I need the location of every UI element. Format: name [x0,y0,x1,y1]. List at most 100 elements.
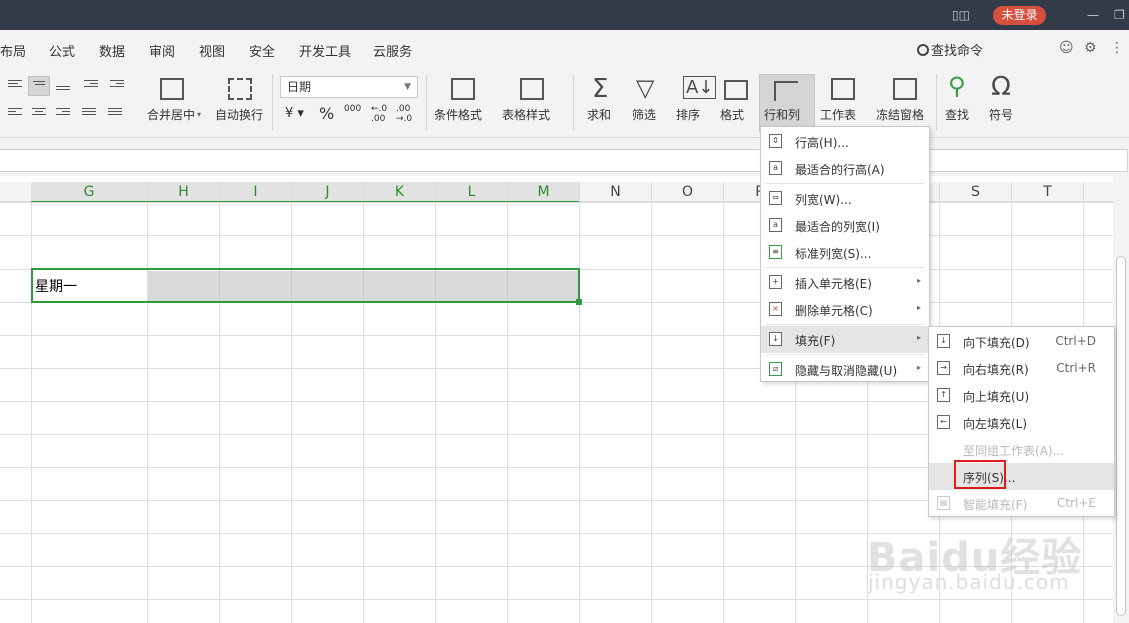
table-style-icon[interactable] [520,78,544,100]
chevron-right-icon: ▸ [916,333,921,342]
merge-center-icon[interactable] [160,78,184,100]
column-headers: G H I J K L M N O P Q R S T [0,182,1113,202]
menu-formula[interactable]: 公式 [49,41,75,60]
menu-separator [765,354,925,355]
menu-item-delete-cells[interactable]: × 删除单元格(C) ▸ [761,296,929,323]
menu-review[interactable]: 审阅 [149,41,175,60]
decrease-decimal-icon[interactable]: .00 →.0 [396,104,412,124]
menu-developer[interactable]: 开发工具 [299,41,351,60]
fill-handle[interactable] [576,299,582,305]
align-right-icon[interactable] [56,108,70,120]
wrap-text-button[interactable]: 自动换行 [215,106,263,123]
col-header-i[interactable]: I [220,182,292,202]
menu-item-label: 最适合的行高(A) [795,163,885,177]
filter-button[interactable]: 筛选 [632,106,656,123]
col-header-o[interactable]: O [652,182,724,202]
cell-active[interactable]: 星期一 [35,276,77,296]
thousands-button[interactable]: 000 [344,104,361,114]
table-style-button[interactable]: 表格样式 [502,106,550,123]
justify-icon[interactable] [82,108,96,120]
align-bottom-icon[interactable] [56,80,70,92]
conditional-format-button[interactable]: 条件格式 [434,106,482,123]
currency-button[interactable]: ¥ ▾ [285,106,304,121]
menu-item-fill-down[interactable]: ↓ 向下填充(D) Ctrl+D [929,328,1114,355]
find-button[interactable]: 查找 [945,106,969,123]
menu-item-insert-cells[interactable]: + 插入单元格(E) ▸ [761,269,929,296]
distribute-icon[interactable] [108,108,122,120]
menu-item-label: 向左填充(L) [963,417,1028,431]
menu-cloud[interactable]: 云服务 [373,41,412,60]
find-icon[interactable]: ⚲ [948,72,966,100]
search-command[interactable]: 查找命令 [917,40,983,59]
menu-item-hide-unhide[interactable]: ⧄ 隐藏与取消隐藏(U) ▸ [761,356,929,383]
menu-item-shortcut: Ctrl+E [1057,496,1096,510]
decrease-indent-icon[interactable] [84,80,98,92]
minimize-icon[interactable]: — [1087,8,1099,22]
menu-security[interactable]: 安全 [249,41,275,60]
align-left-icon[interactable] [8,108,22,120]
symbol-button[interactable]: 符号 [989,106,1013,123]
percent-button[interactable]: % [319,104,334,123]
menu-view[interactable]: 视图 [199,41,225,60]
gear-icon[interactable]: ⚙ [1084,40,1097,56]
conditional-format-icon[interactable] [451,78,475,100]
sum-button[interactable]: 求和 [587,106,611,123]
col-header-k[interactable]: K [364,182,436,202]
row-col-button[interactable]: 行和列 [759,74,815,132]
align-center-icon[interactable] [32,108,46,120]
scrollbar-thumb[interactable] [1116,256,1126,616]
annotation-highlight-box [954,460,1006,489]
title-bar: ▯◫ 未登录 — ❐ [0,0,1129,30]
col-header-g[interactable]: G [31,182,148,202]
feedback-icon[interactable]: ☺ [1059,40,1074,56]
menu-item-row-height[interactable]: ⇕ 行高(H)... [761,128,929,155]
menu-layout[interactable]: 布局 [0,41,26,60]
col-header-t[interactable]: T [1012,182,1084,202]
merge-center-button[interactable]: 合并居中 [147,106,195,123]
increase-indent-icon[interactable] [110,80,124,92]
menu-item-fill-right[interactable]: → 向右填充(R) Ctrl+R [929,355,1114,382]
wrap-text-icon[interactable] [228,78,252,100]
vertical-scrollbar[interactable] [1113,176,1129,623]
menu-item-std-col-width[interactable]: ≡ 标准列宽(S)... [761,239,929,266]
menu-item-fill[interactable]: ↓ 填充(F) ▸ [761,326,929,353]
sort-button[interactable]: 排序 [676,106,700,123]
menu-item-fit-col-width[interactable]: a 最适合的列宽(I) [761,212,929,239]
more-icon[interactable]: ⋮ [1110,40,1124,56]
col-header-j[interactable]: J [292,182,364,202]
filter-icon[interactable]: ▽ [636,74,654,102]
menu-item-fill-left[interactable]: ← 向左填充(L) [929,409,1114,436]
menu-item-fit-row-height[interactable]: a 最适合的行高(A) [761,155,929,182]
formula-input[interactable] [0,149,1128,172]
sort-icon[interactable]: A↓ [683,76,717,99]
merge-dropdown-icon[interactable]: ▾ [197,110,201,119]
align-middle-icon[interactable] [28,76,50,96]
col-header-n[interactable]: N [580,182,652,202]
window-mode-icon[interactable]: ▯◫ [952,8,970,22]
worksheet-icon[interactable] [831,78,855,100]
number-format-select[interactable]: 日期 ▼ [280,76,418,98]
col-header-m[interactable]: M [508,182,580,202]
format-icon[interactable] [724,80,748,100]
symbol-icon[interactable]: Ω [991,72,1011,102]
col-header-l[interactable]: L [436,182,508,202]
worksheet-button[interactable]: 工作表 [820,106,856,123]
freeze-panes-button[interactable]: 冻结窗格 [876,106,924,123]
col-header-s[interactable]: S [940,182,1012,202]
currency-symbol: ¥ [285,106,294,121]
menu-data[interactable]: 数据 [99,41,125,60]
ribbon-toolbar: 合并居中 ▾ 自动换行 日期 ▼ ¥ ▾ % 000 ←.0.00 .00 →.0… [0,68,1129,138]
menu-item-col-width[interactable]: ⇔ 列宽(W)... [761,185,929,212]
sum-icon[interactable]: Σ [592,74,608,104]
increase-decimal-icon[interactable]: ←.0.00 [371,104,387,124]
login-button[interactable]: 未登录 [993,6,1046,25]
restore-icon[interactable]: ❐ [1114,8,1125,22]
menu-item-fill-up[interactable]: ↑ 向上填充(U) [929,382,1114,409]
gridline [0,235,1113,236]
row-col-menu: ⇕ 行高(H)... a 最适合的行高(A) ⇔ 列宽(W)... a 最适合的… [760,126,930,382]
align-top-icon[interactable] [8,80,22,92]
col-header-h[interactable]: H [148,182,220,202]
std-col-width-icon: ≡ [769,245,782,259]
format-button[interactable]: 格式 [720,106,744,123]
freeze-panes-icon[interactable] [893,78,917,100]
